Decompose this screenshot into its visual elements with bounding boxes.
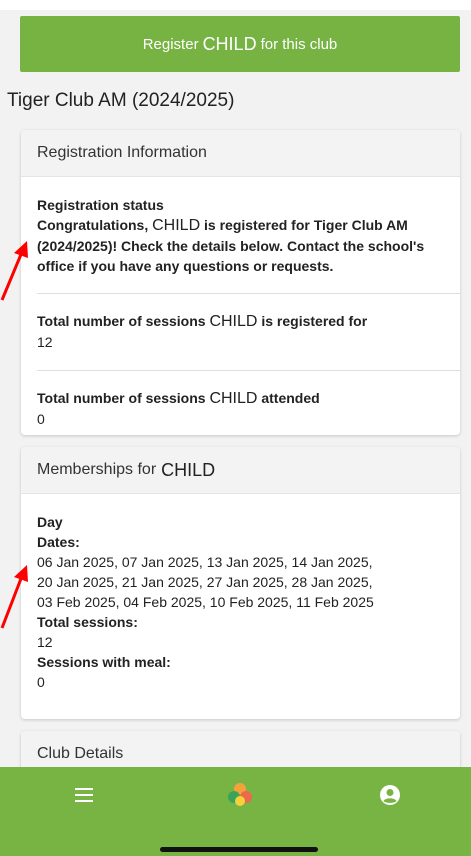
top-strip xyxy=(0,0,471,10)
status-prefix: Congratulations, xyxy=(37,217,149,233)
sessions-attended-label-suffix: attended xyxy=(261,390,320,406)
sessions-attended-value: 0 xyxy=(37,411,45,427)
sessions-registered-value: 12 xyxy=(37,334,53,350)
meal-sessions-value: 0 xyxy=(37,674,45,690)
annotation-arrow xyxy=(0,241,28,301)
dates-label: Dates: xyxy=(37,534,80,550)
menu-icon[interactable] xyxy=(70,781,98,809)
sessions-registered-child: CHILD xyxy=(209,313,258,330)
dates-line: 03 Feb 2025, 04 Feb 2025, 10 Feb 2025, 1… xyxy=(37,594,374,610)
sessions-registered-section: Total number of sessions CHILD is regist… xyxy=(21,294,460,370)
day-label: Day xyxy=(37,514,63,530)
register-button-suffix: for this club xyxy=(260,35,338,53)
account-icon[interactable] xyxy=(376,781,404,809)
annotation-arrow xyxy=(0,565,28,629)
total-sessions-value: 12 xyxy=(37,634,53,650)
status-child-name: CHILD xyxy=(152,217,201,234)
registration-info-header: Registration Information xyxy=(21,130,460,177)
register-button-child: CHILD xyxy=(202,33,257,54)
total-sessions-label: Total sessions: xyxy=(37,614,138,630)
sessions-registered-label-prefix: Total number of sessions xyxy=(37,313,206,329)
registration-info-title: Registration Information xyxy=(37,144,207,161)
dates-line: 20 Jan 2025, 21 Jan 2025, 27 Jan 2025, 2… xyxy=(37,574,373,590)
sessions-registered-label-suffix: is registered for xyxy=(261,313,368,329)
dates-line: 06 Jan 2025, 07 Jan 2025, 13 Jan 2025, 1… xyxy=(37,554,373,570)
register-button-prefix: Register xyxy=(142,35,199,53)
sessions-attended-label-prefix: Total number of sessions xyxy=(37,390,206,406)
sessions-attended-child: CHILD xyxy=(209,390,258,407)
registration-status-label: Registration status xyxy=(37,197,164,213)
memberships-header: Memberships for CHILD xyxy=(21,447,460,494)
memberships-title: Memberships for xyxy=(37,461,157,478)
meal-sessions-label: Sessions with meal: xyxy=(37,654,171,670)
membership-details: Day Dates: 06 Jan 2025, 07 Jan 2025, 13 … xyxy=(21,494,460,692)
page-title: Tiger Club AM (2024/2025) xyxy=(7,90,235,111)
registration-info-card: Registration Information Registration st… xyxy=(21,130,460,435)
home-indicator xyxy=(160,847,318,852)
registration-status-section: Registration status Congratulations, CHI… xyxy=(21,177,460,293)
register-child-button[interactable]: Register CHILD for this club xyxy=(20,16,460,72)
app-logo-icon[interactable] xyxy=(226,781,254,809)
club-details-title: Club Details xyxy=(37,745,124,762)
sessions-attended-section: Total number of sessions CHILD attended … xyxy=(21,371,460,429)
bottom-nav xyxy=(0,767,471,856)
memberships-card: Memberships for CHILD Day Dates: 06 Jan … xyxy=(21,447,460,719)
memberships-child-name: CHILD xyxy=(161,459,216,480)
